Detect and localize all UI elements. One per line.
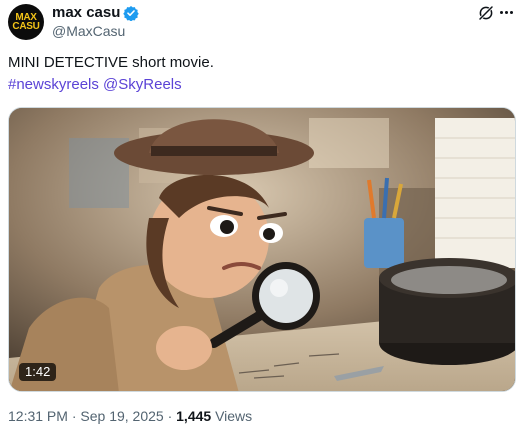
meta-separator: · bbox=[71, 408, 77, 424]
video-duration: 1:42 bbox=[19, 363, 57, 381]
avatar-logo-text: MAX CASU bbox=[12, 12, 40, 32]
post-text: MINI DETECTIVE short movie. #newskyreels… bbox=[8, 52, 513, 96]
grok-icon[interactable] bbox=[477, 4, 495, 22]
author-avatar[interactable]: MAX CASU bbox=[8, 4, 44, 40]
post-meta: 12:31 PM · Sep 19, 2025 · 1,445 Views bbox=[8, 408, 252, 425]
hashtag-link[interactable]: #newskyreels bbox=[8, 76, 99, 93]
more-icon[interactable] bbox=[500, 11, 516, 15]
author-display-name[interactable]: max casu bbox=[52, 4, 120, 22]
meta-separator: · bbox=[167, 408, 173, 424]
views-count: 1,445 bbox=[176, 408, 212, 424]
video-thumbnail bbox=[9, 108, 515, 391]
author-name-row: max casu bbox=[52, 4, 140, 22]
author-handle[interactable]: @MaxCasu bbox=[52, 23, 125, 40]
post-date[interactable]: Sep 19, 2025 bbox=[80, 408, 163, 424]
verified-badge-icon bbox=[123, 5, 140, 22]
views-label: Views bbox=[215, 408, 253, 424]
post-text-line: MINI DETECTIVE short movie. bbox=[8, 54, 214, 71]
mention-link[interactable]: @SkyReels bbox=[103, 76, 182, 93]
post-time[interactable]: 12:31 PM bbox=[8, 408, 68, 424]
video-player[interactable]: 1:42 bbox=[8, 107, 516, 392]
